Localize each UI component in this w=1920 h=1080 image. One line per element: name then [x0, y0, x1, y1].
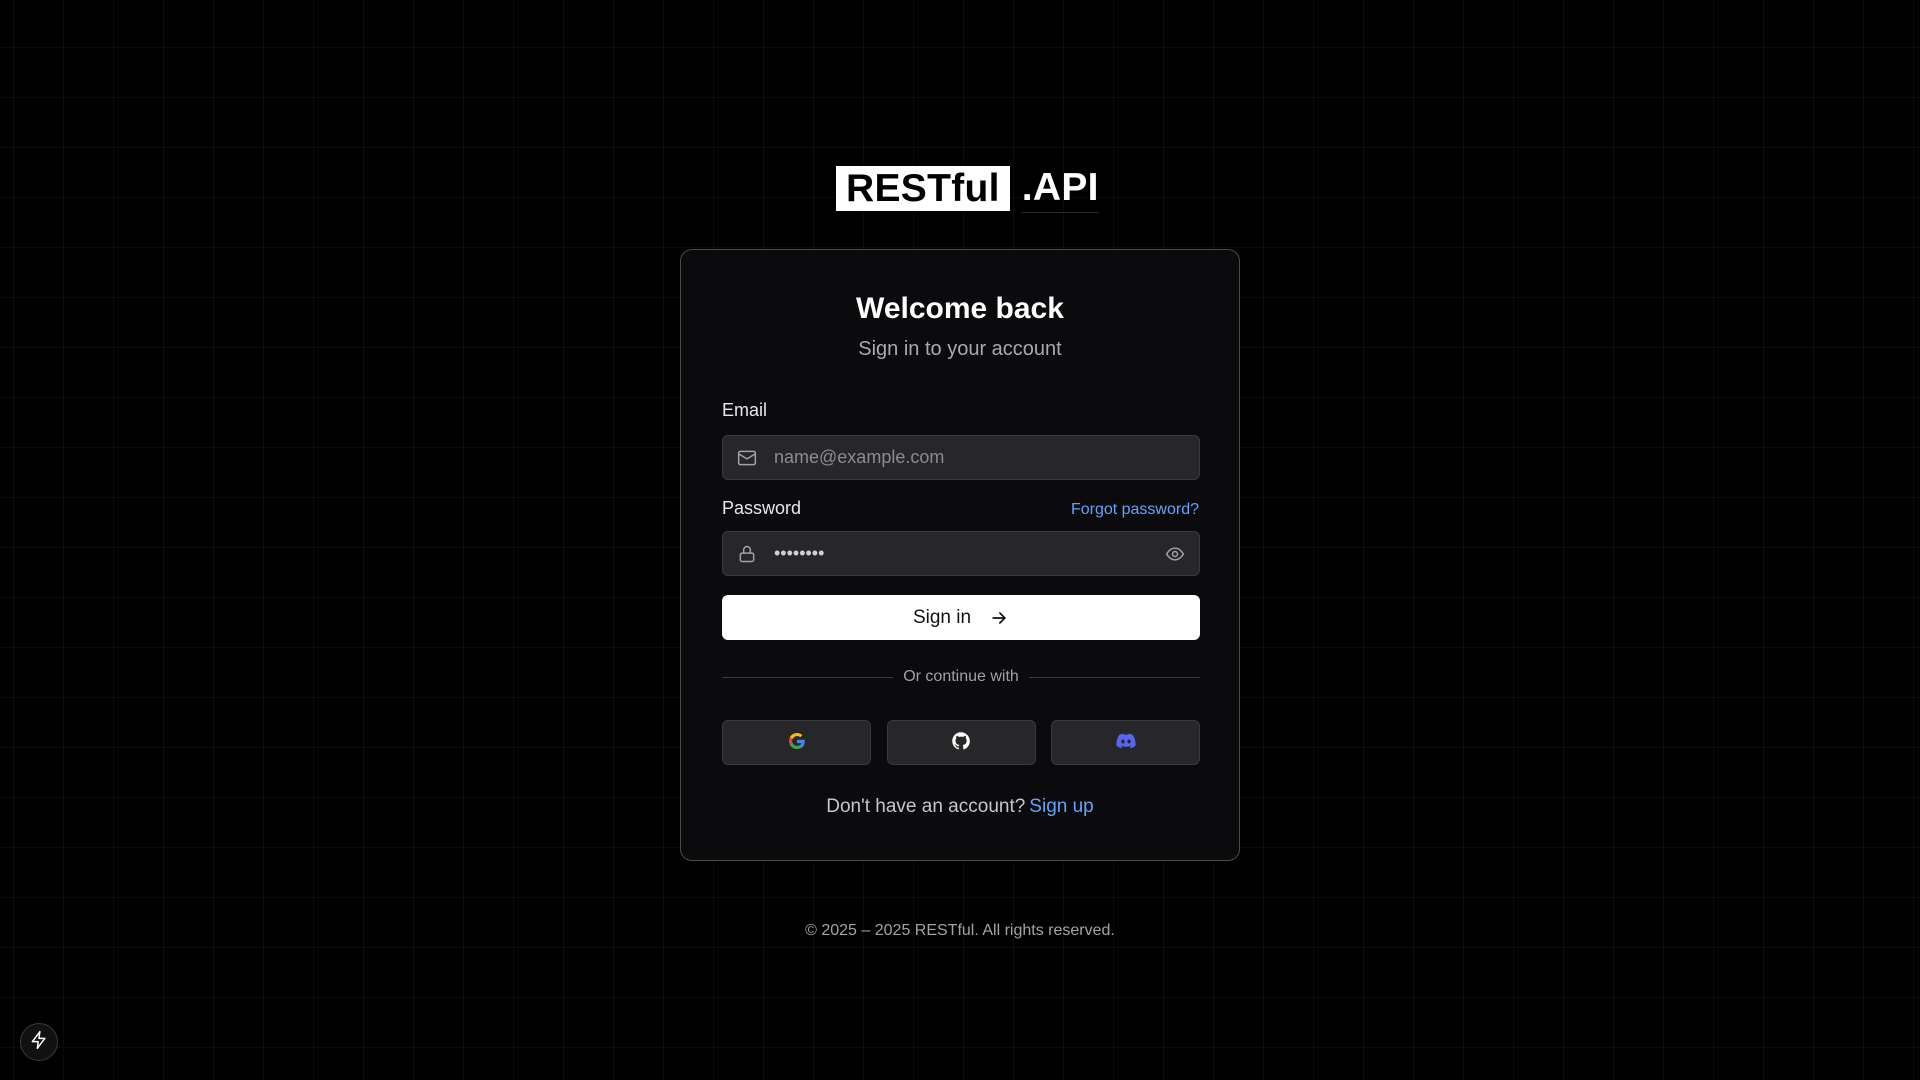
- logo-suffix-text: .API: [1021, 165, 1099, 213]
- signup-prompt-text: Don't have an account?: [826, 796, 1026, 817]
- divider-line: [722, 676, 894, 678]
- discord-login-button[interactable]: [1051, 720, 1200, 765]
- footer-copyright: © 2025 – 2025 RESTful. All rights reserv…: [805, 922, 1115, 939]
- sign-in-button[interactable]: Sign in: [722, 595, 1200, 640]
- divider-line: [1028, 676, 1201, 678]
- password-label: Password: [722, 498, 802, 518]
- password-input[interactable]: [774, 532, 1164, 575]
- mail-icon: [736, 447, 758, 469]
- dev-tools-button[interactable]: [20, 1023, 58, 1061]
- arrow-right-icon: [989, 608, 1009, 628]
- login-card: Welcome back Sign in to your account Ema…: [680, 249, 1240, 861]
- divider-text: Or continue with: [903, 668, 1019, 685]
- logo-box-text: RESTful: [836, 166, 1010, 211]
- github-icon: [951, 731, 971, 754]
- email-label: Email: [722, 400, 768, 420]
- email-input[interactable]: [774, 436, 1199, 479]
- page-subtitle: Sign in to your account: [858, 338, 1062, 360]
- sign-in-label: Sign in: [912, 606, 972, 628]
- forgot-password-link[interactable]: Forgot password?: [1071, 501, 1199, 519]
- social-login-row: [722, 720, 1200, 765]
- lightning-icon: [29, 1030, 49, 1055]
- discord-icon: [1115, 730, 1137, 755]
- email-field[interactable]: [722, 435, 1200, 480]
- signup-prompt: Don't have an account? Sign up: [681, 796, 1239, 818]
- password-field[interactable]: [722, 531, 1200, 576]
- divider: Or continue with: [722, 668, 1201, 686]
- github-login-button[interactable]: [886, 720, 1036, 765]
- sign-up-link[interactable]: Sign up: [1029, 796, 1093, 817]
- eye-icon[interactable]: [1164, 543, 1186, 565]
- lock-icon: [736, 543, 758, 565]
- logo: RESTful .API: [836, 165, 1099, 213]
- page-title: Welcome back: [856, 292, 1064, 325]
- google-login-button[interactable]: [722, 720, 871, 765]
- google-icon: [787, 731, 807, 754]
